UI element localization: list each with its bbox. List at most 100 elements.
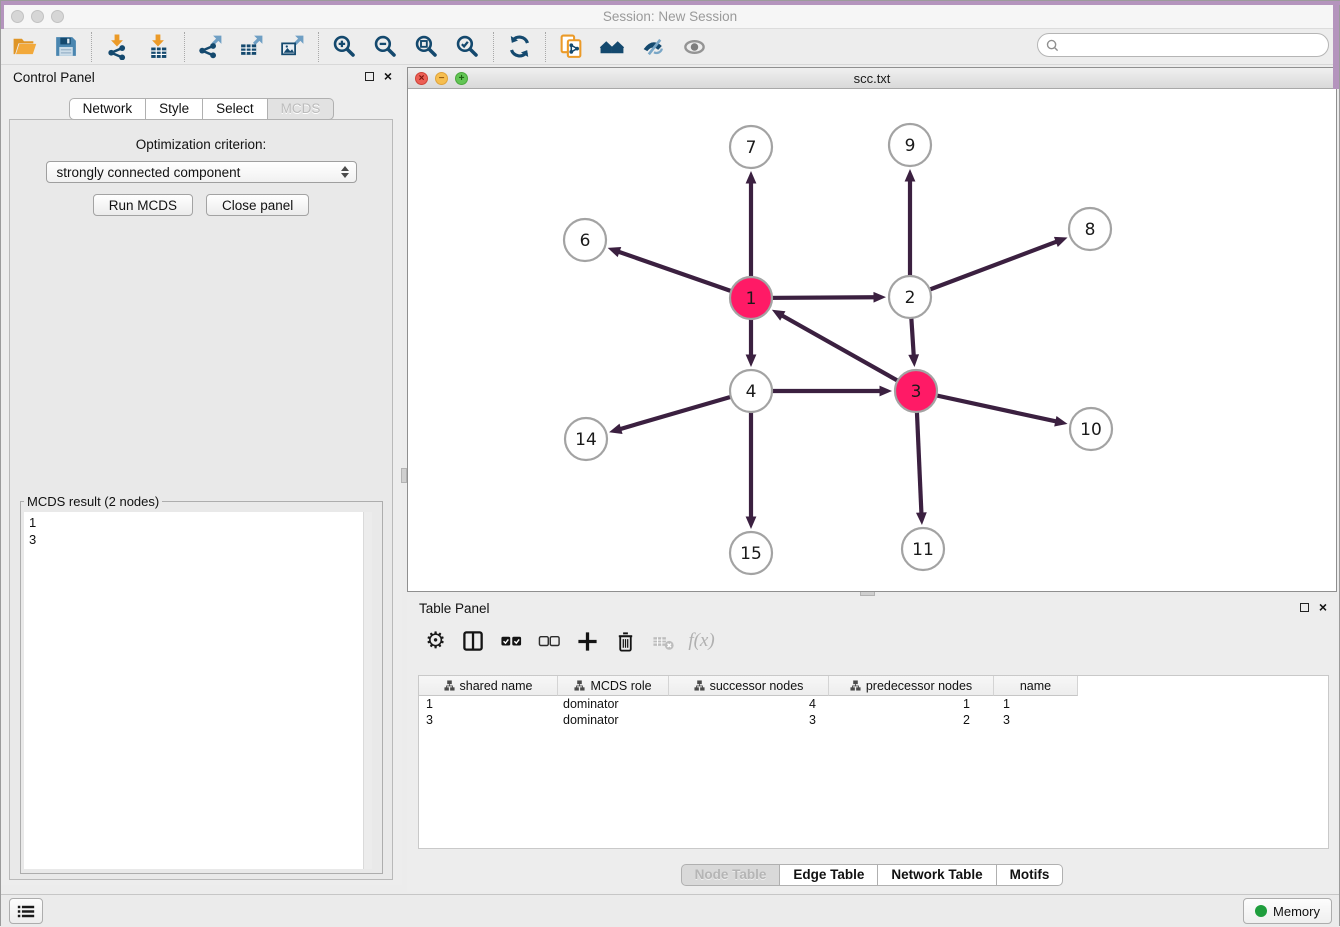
search-icon [1046,39,1059,52]
graph-node-15[interactable]: 15 [730,532,772,574]
zoom-in-button[interactable] [324,31,365,63]
column-type-icon [574,680,585,691]
table-cell[interactable]: 3 [669,712,829,728]
column-header-name[interactable]: name [994,676,1078,696]
tab-mcds[interactable]: MCDS [268,98,335,120]
tab-edge-table[interactable]: Edge Table [780,864,878,886]
export-network-button[interactable] [190,31,231,63]
export-image-button[interactable] [272,31,313,63]
tab-style[interactable]: Style [146,98,203,120]
table-row[interactable]: 3dominator323 [419,712,1328,728]
graph-node-8[interactable]: 8 [1069,208,1111,250]
table-cell[interactable]: 2 [829,712,994,728]
zoom-fit-button[interactable] [406,31,447,63]
table-row[interactable]: 1dominator411 [419,696,1328,712]
table-cell[interactable]: 4 [669,696,829,712]
close-panel-icon[interactable]: × [384,71,392,81]
deselect-all-button[interactable] [535,626,564,656]
table-cell[interactable]: 1 [829,696,994,712]
float-panel-icon[interactable] [365,72,374,81]
export-image-icon [279,33,306,60]
panel-list-button[interactable] [9,898,43,924]
node-label: 4 [746,382,757,402]
tab-select[interactable]: Select [203,98,268,120]
close-table-panel-icon[interactable]: × [1319,602,1327,612]
table-cell[interactable]: 3 [994,712,1078,728]
graph-node-14[interactable]: 14 [565,418,607,460]
graph-node-3[interactable]: 3 [895,370,937,412]
select-all-button[interactable] [497,626,526,656]
tab-network-table[interactable]: Network Table [878,864,996,886]
save-session-button[interactable] [45,31,86,63]
column-type-icon [694,680,705,691]
hide-graphics-details-button[interactable] [633,31,674,63]
table-cell[interactable]: 1 [419,696,558,712]
table-cell[interactable]: dominator [558,696,669,712]
clone-network-button[interactable] [551,31,592,63]
import-network-button[interactable] [97,31,138,63]
mcds-result-box: MCDS result (2 nodes) 1 3 [20,494,383,874]
tab-motifs[interactable]: Motifs [997,864,1064,886]
node-table: shared name MCDS rolesuccessor nodesprede… [418,675,1329,849]
table-cell[interactable]: 1 [994,696,1078,712]
table-panel: Table Panel × ⚙f(x) shared nameMCDS role… [407,596,1337,892]
graph-edge-4-14[interactable] [609,391,751,434]
column-header-label: shared name [460,679,533,693]
table-cell[interactable]: 3 [419,712,558,728]
edge-arrowhead-icon [905,169,916,182]
graph-node-1[interactable]: 1 [730,277,772,319]
node-label: 14 [575,430,597,450]
tab-node-table[interactable]: Node Table [681,864,781,886]
open-file-button[interactable] [4,31,45,63]
function-builder-icon: f(x) [688,630,714,652]
network-view-window: × − + scc.txt 7968124314101511 [407,67,1337,592]
refresh-view-button[interactable] [499,31,540,63]
column-header-predecessor-nodes[interactable]: predecessor nodes [829,676,994,696]
column-header-MCDS-role[interactable]: MCDS role [558,676,669,696]
zoom-selected-button[interactable] [447,31,488,63]
column-header-shared-name[interactable]: shared name [419,676,558,696]
graph-node-7[interactable]: 7 [730,126,772,168]
network-canvas[interactable]: 7 9 6 8 1 2 4 3 14 10 15 11 [408,89,1336,591]
graph-edge-2-8[interactable] [910,237,1068,297]
memory-button[interactable]: Memory [1243,898,1332,924]
graph-edge-3-10[interactable] [916,391,1068,427]
graph-node-11[interactable]: 11 [902,528,944,570]
tab-network[interactable]: Network [69,98,147,120]
search-input[interactable] [1059,35,1328,55]
zoom-out-button[interactable] [365,31,406,63]
graph-edge-3-1[interactable] [772,310,916,391]
edge-arrowhead-icon [746,171,757,184]
float-table-panel-icon[interactable] [1300,603,1309,612]
column-layout-button[interactable] [459,626,488,656]
add-row-button[interactable] [573,626,602,656]
graph-edge-1-6[interactable] [608,247,751,298]
close-panel-button[interactable]: Close panel [206,194,309,216]
home-view-button[interactable] [592,31,633,63]
settings-gear-button[interactable]: ⚙ [421,626,450,656]
graph-node-10[interactable]: 10 [1070,408,1112,450]
graph-node-6[interactable]: 6 [564,219,606,261]
show-graphics-details-button[interactable] [674,31,715,63]
delete-row-button[interactable] [611,626,640,656]
edge-arrowhead-icon [908,354,919,367]
control-panel: Control Panel × NetworkStyleSelectMCDS O… [1,65,402,885]
table-cell[interactable]: dominator [558,712,669,728]
graph-node-4[interactable]: 4 [730,370,772,412]
export-table-button[interactable] [231,31,272,63]
import-table-button[interactable] [138,31,179,63]
column-header-successor-nodes[interactable]: successor nodes [669,676,829,696]
node-label: 6 [580,231,591,251]
edge-arrowhead-icon [873,292,886,303]
node-label: 10 [1080,420,1102,440]
optimization-criterion-select[interactable]: strongly connected component [46,161,357,183]
graph-node-9[interactable]: 9 [889,124,931,166]
zoom-selected-icon [454,33,481,60]
table-body: 1dominator4113dominator323 [419,696,1328,728]
select-stepper-icon [341,166,349,178]
graph-node-2[interactable]: 2 [889,276,931,318]
result-scrollbar[interactable] [363,512,372,869]
run-mcds-button[interactable]: Run MCDS [93,194,193,216]
mcds-result-text[interactable]: 1 3 [24,512,363,869]
column-header-label: name [1020,679,1051,693]
